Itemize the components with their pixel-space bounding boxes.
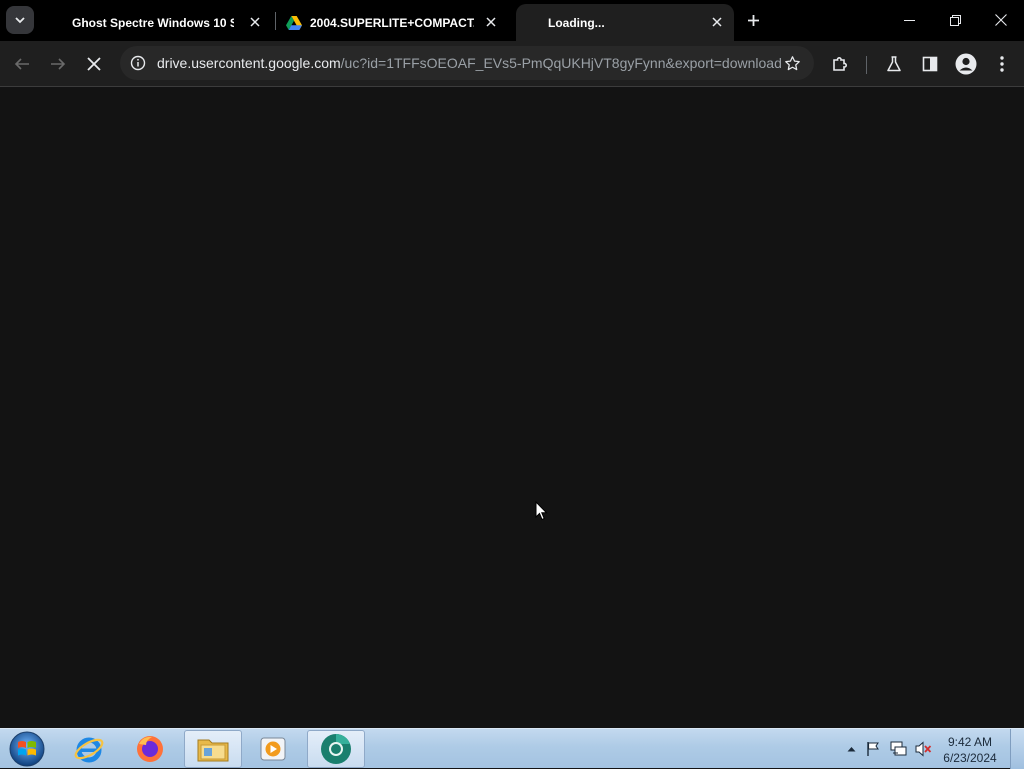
close-tab-icon[interactable] bbox=[708, 13, 726, 31]
taskbar-file-explorer[interactable] bbox=[184, 730, 242, 768]
menu-button[interactable] bbox=[988, 50, 1016, 78]
tab-loading[interactable]: Loading... bbox=[516, 4, 734, 41]
taskbar-media-player[interactable] bbox=[244, 730, 302, 768]
address-bar[interactable]: drive.usercontent.google.com/uc?id=1TFFs… bbox=[120, 46, 814, 80]
tab-ghost-spectre[interactable]: Ghost Spectre Windows 10 Sup bbox=[50, 4, 272, 41]
close-tab-icon[interactable] bbox=[482, 13, 500, 31]
new-tab-button[interactable] bbox=[742, 9, 764, 31]
profile-button[interactable] bbox=[952, 50, 980, 78]
windows-start-orb-icon bbox=[9, 731, 45, 767]
url-path: /uc?id=1TFFsOEOAF_EVs5-PmQqUKHjVT8gyFynn… bbox=[340, 55, 782, 71]
minimize-icon bbox=[903, 19, 915, 21]
show-hidden-icons-button[interactable] bbox=[842, 740, 860, 758]
firefox-icon bbox=[137, 736, 163, 762]
taskbar-firefox[interactable] bbox=[121, 730, 179, 768]
plus-icon bbox=[747, 14, 759, 26]
system-clock[interactable]: 9:42 AM 6/23/2024 bbox=[940, 734, 1000, 766]
volume-muted-icon bbox=[915, 741, 931, 757]
taskbar-chrome[interactable] bbox=[307, 730, 365, 768]
minimize-button[interactable] bbox=[886, 0, 932, 40]
media-player-icon bbox=[260, 737, 286, 761]
caret-up-icon bbox=[847, 747, 855, 752]
page-content bbox=[0, 88, 1024, 728]
action-center-tray[interactable] bbox=[864, 740, 882, 758]
network-tray[interactable] bbox=[889, 740, 907, 758]
mouse-cursor-icon bbox=[535, 501, 548, 521]
file-explorer-icon bbox=[197, 739, 229, 762]
url-text[interactable]: drive.usercontent.google.com/uc?id=1TFFs… bbox=[157, 55, 782, 71]
chevron-down-icon bbox=[15, 17, 25, 24]
stop-loading-button[interactable] bbox=[80, 50, 108, 78]
windows-taskbar: 9:42 AM 6/23/2024 bbox=[0, 728, 1024, 769]
url-host: drive.usercontent.google.com bbox=[157, 55, 341, 71]
internet-explorer-icon bbox=[74, 737, 104, 763]
extensions-button[interactable] bbox=[826, 50, 854, 78]
tab-strip: Ghost Spectre Windows 10 Sup 2004.SUPERL… bbox=[0, 0, 1024, 41]
forward-button[interactable] bbox=[44, 50, 72, 78]
google-drive-icon bbox=[286, 15, 302, 30]
show-desktop-button[interactable] bbox=[1010, 729, 1024, 769]
tab-google-drive[interactable]: 2004.SUPERLITE+COMPACT.UP bbox=[278, 4, 508, 41]
close-tab-icon[interactable] bbox=[246, 13, 264, 31]
tab-separator bbox=[275, 12, 276, 30]
bookmark-star-icon[interactable] bbox=[782, 53, 802, 73]
stop-x-icon bbox=[87, 57, 101, 71]
close-window-button[interactable] bbox=[978, 0, 1024, 40]
avatar-icon bbox=[955, 53, 977, 75]
taskbar-internet-explorer[interactable] bbox=[60, 730, 118, 768]
browser-toolbar: drive.usercontent.google.com/uc?id=1TFFs… bbox=[0, 41, 1024, 87]
network-icon bbox=[890, 741, 906, 756]
clock-date: 6/23/2024 bbox=[943, 751, 997, 765]
close-icon bbox=[995, 14, 1007, 26]
arrow-right-icon bbox=[51, 58, 66, 70]
restore-icon bbox=[949, 14, 961, 26]
puzzle-icon bbox=[833, 57, 847, 71]
flag-icon bbox=[867, 742, 879, 756]
start-button[interactable] bbox=[4, 730, 50, 768]
chrome-icon bbox=[321, 734, 351, 764]
arrow-left-icon bbox=[14, 58, 29, 70]
tab-title: Loading... bbox=[548, 15, 605, 30]
side-panel-button[interactable] bbox=[916, 50, 944, 78]
restore-button[interactable] bbox=[932, 0, 978, 40]
site-info-icon[interactable] bbox=[128, 53, 148, 73]
side-panel-icon bbox=[922, 56, 938, 72]
flask-icon bbox=[887, 56, 901, 72]
kebab-menu-icon bbox=[1000, 56, 1004, 72]
labs-button[interactable] bbox=[880, 50, 908, 78]
back-button[interactable] bbox=[8, 50, 36, 78]
volume-tray[interactable] bbox=[914, 740, 932, 758]
tab-title: 2004.SUPERLITE+COMPACT.UP bbox=[310, 15, 474, 30]
clock-time: 9:42 AM bbox=[947, 735, 993, 749]
tab-search-button[interactable] bbox=[6, 6, 34, 34]
tab-title: Ghost Spectre Windows 10 Sup bbox=[72, 15, 234, 30]
toolbar-separator bbox=[866, 56, 867, 74]
